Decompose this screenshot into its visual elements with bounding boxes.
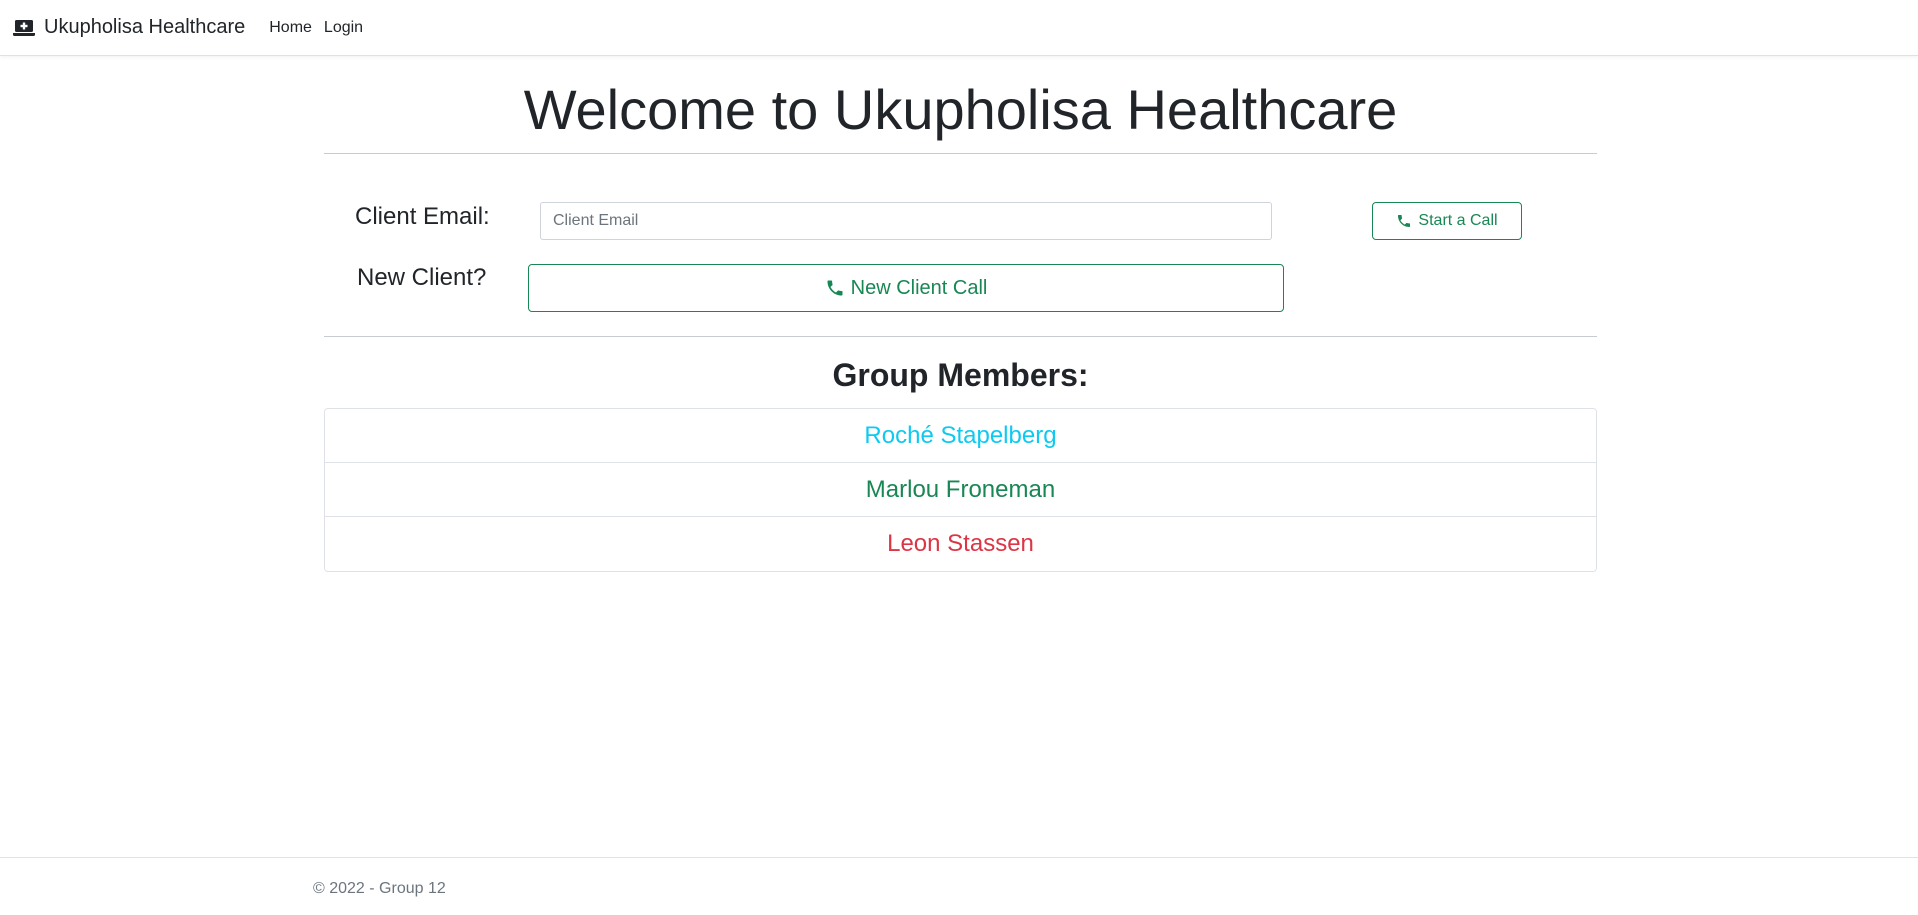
laptop-medical-icon xyxy=(12,16,36,40)
start-call-label: Start a Call xyxy=(1418,212,1498,230)
phone-icon xyxy=(825,278,845,298)
footer: © 2022 - Group 12 xyxy=(0,857,1918,915)
call-form: Client Email: Start a Call New Client? N… xyxy=(324,154,1597,336)
phone-icon xyxy=(1396,213,1412,229)
new-client-call-button[interactable]: New Client Call xyxy=(528,264,1284,313)
brand-text: Ukupholisa Healthcare xyxy=(44,16,246,38)
list-item: Marlou Froneman xyxy=(325,463,1596,518)
new-client-call-label: New Client Call xyxy=(850,276,988,299)
nav-link-login[interactable]: Login xyxy=(324,19,363,37)
brand-link[interactable]: Ukupholisa Healthcare xyxy=(12,16,245,40)
client-email-input[interactable] xyxy=(540,202,1272,241)
start-call-button[interactable]: Start a Call xyxy=(1372,202,1522,241)
group-members-title: Group Members: xyxy=(832,357,1089,394)
nav-links: Home Login xyxy=(269,19,363,37)
client-email-label: Client Email: xyxy=(355,203,490,231)
main-content: Welcome to Ukupholisa Healthcare Client … xyxy=(324,56,1597,573)
group-members-list: Roché Stapelberg Marlou Froneman Leon St… xyxy=(324,408,1597,573)
navbar: Ukupholisa Healthcare Home Login xyxy=(0,0,1918,56)
nav-link-home[interactable]: Home xyxy=(269,19,312,37)
list-item: Roché Stapelberg xyxy=(325,409,1596,464)
list-item: Leon Stassen xyxy=(325,517,1596,572)
footer-text: © 2022 - Group 12 xyxy=(313,880,446,897)
new-client-label: New Client? xyxy=(357,264,487,292)
page-title: Welcome to Ukupholisa Healthcare xyxy=(523,78,1398,141)
